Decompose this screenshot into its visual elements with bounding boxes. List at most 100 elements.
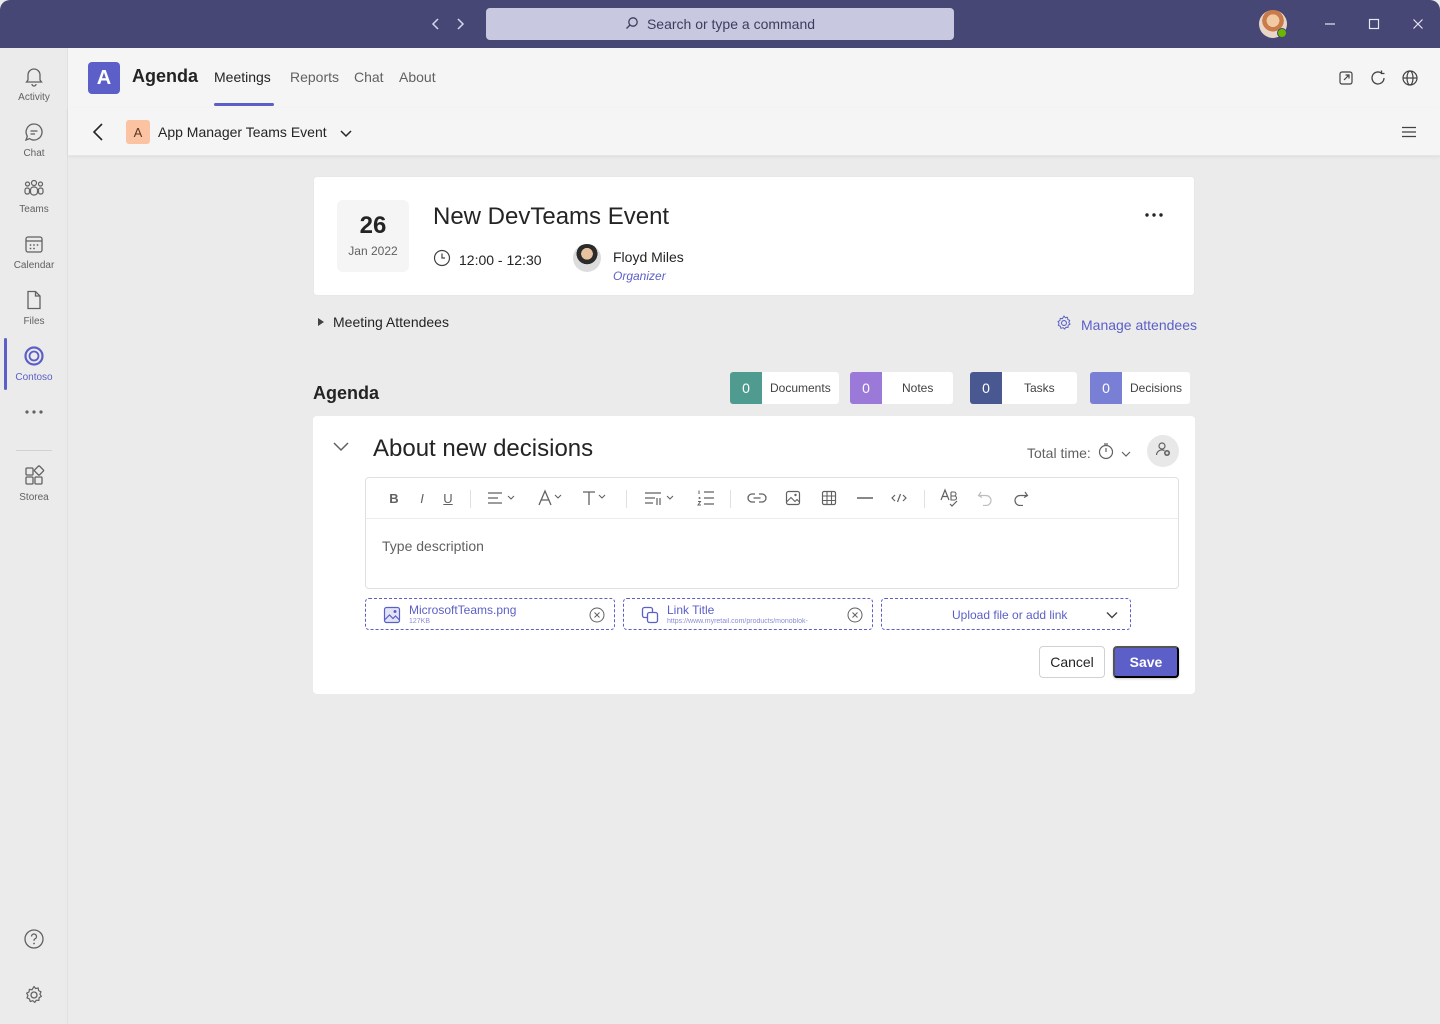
counter-notes[interactable]: 0 Notes <box>850 372 954 404</box>
tab-chat[interactable]: Chat <box>354 69 384 85</box>
date-month: Jan 2022 <box>348 244 398 258</box>
contoso-icon <box>23 345 45 370</box>
counter-tasks[interactable]: 0 Tasks <box>970 372 1077 404</box>
back-chevron-icon[interactable] <box>88 122 108 142</box>
remove-attachment-icon[interactable] <box>846 606 864 624</box>
back-arrow-icon[interactable] <box>428 14 444 34</box>
app-header: A Agenda Meetings Reports Chat About <box>68 48 1440 108</box>
agenda-heading: Agenda <box>313 383 380 403</box>
minimize-icon[interactable] <box>1320 14 1340 34</box>
rail-item-teams[interactable]: Teams <box>0 168 68 224</box>
more-horizontal-icon <box>24 407 44 418</box>
breadcrumb-bar: A App Manager Teams Event <box>68 108 1440 156</box>
title-bar: Search or type a command <box>0 0 1440 48</box>
rail-label: Files <box>23 316 45 327</box>
description-input[interactable]: Type description <box>382 538 484 554</box>
attachment-size: 127KB <box>409 618 431 625</box>
tab-meetings[interactable]: Meetings <box>214 69 271 85</box>
rail-item-files[interactable]: Files <box>0 280 68 336</box>
hamburger-menu-icon[interactable] <box>1400 124 1418 140</box>
counter-documents[interactable]: 0 Documents <box>730 372 839 404</box>
link-icon[interactable] <box>746 488 768 508</box>
more-apps-button[interactable] <box>0 384 68 440</box>
meeting-attendees-toggle[interactable]: Meeting Attendees <box>317 314 449 330</box>
upload-file-dropdown[interactable]: Upload file or add link <box>881 598 1131 630</box>
agenda-item-title[interactable]: About new decisions <box>373 435 593 463</box>
align-icon[interactable] <box>484 488 520 508</box>
attachment-title: Link Title <box>667 603 715 617</box>
counter-decisions[interactable]: 0 Decisions <box>1090 372 1191 404</box>
italic-icon[interactable]: I <box>414 488 430 508</box>
rail-label: Calendar <box>13 260 55 271</box>
attachment-link-chip[interactable]: Link Title https://www.myretail.com/prod… <box>623 598 873 630</box>
rail-item-activity[interactable]: Activity <box>0 56 68 112</box>
paragraph-style-icon[interactable] <box>642 488 678 508</box>
rail-label: Teams <box>19 204 49 215</box>
calendar-icon <box>23 233 45 258</box>
tab-reports[interactable]: Reports <box>290 69 339 85</box>
person-add-icon <box>1155 441 1171 462</box>
cancel-button[interactable]: Cancel <box>1039 646 1105 678</box>
link-icon <box>640 605 660 625</box>
save-button[interactable]: Save <box>1113 646 1179 678</box>
table-icon[interactable] <box>820 488 838 508</box>
rail-item-calendar[interactable]: Calendar <box>0 224 68 280</box>
font-color-icon[interactable] <box>536 488 566 508</box>
numbered-list-icon[interactable] <box>696 488 716 508</box>
manage-attendees-link[interactable]: Manage attendees <box>1055 314 1197 335</box>
rail-label: Storea <box>19 492 49 503</box>
counter-count: 0 <box>730 372 762 404</box>
breadcrumb-title: App Manager Teams Event <box>158 124 327 140</box>
attachment-file-chip[interactable]: MicrosoftTeams.png 127KB <box>365 598 615 630</box>
file-icon <box>23 289 45 314</box>
counter-count: 0 <box>1090 372 1122 404</box>
close-window-icon[interactable] <box>1408 14 1428 34</box>
underline-icon[interactable]: U <box>440 488 456 508</box>
organizer-role: Organizer <box>613 269 666 283</box>
spell-check-icon[interactable] <box>940 488 960 508</box>
chevron-down-icon[interactable] <box>338 126 354 140</box>
globe-icon[interactable] <box>1400 68 1420 88</box>
toolbar-divider <box>626 490 627 508</box>
settings-button[interactable] <box>0 968 68 1024</box>
refresh-icon[interactable] <box>1368 68 1388 88</box>
help-button[interactable] <box>0 912 68 968</box>
assign-person-button[interactable] <box>1147 435 1179 467</box>
collapse-chevron-icon[interactable] <box>331 438 351 454</box>
image-icon[interactable] <box>784 488 802 508</box>
bold-icon[interactable]: B <box>386 488 402 508</box>
manage-attendees-label: Manage attendees <box>1081 316 1197 333</box>
help-icon <box>23 928 45 953</box>
event-badge: A <box>126 120 150 144</box>
rail-item-chat[interactable]: Chat <box>0 112 68 168</box>
tab-about[interactable]: About <box>399 69 436 85</box>
font-size-icon[interactable] <box>580 488 610 508</box>
more-options-icon[interactable] <box>1144 207 1164 223</box>
toolbar-divider <box>924 490 925 508</box>
horizontal-rule-icon[interactable] <box>856 488 874 508</box>
upload-label: Upload file or add link <box>952 608 1068 622</box>
chevron-down-icon <box>1104 607 1120 623</box>
gear-icon <box>23 984 45 1009</box>
search-placeholder: Search or type a command <box>646 16 816 32</box>
meeting-time: 12:00 - 12:30 <box>433 249 542 270</box>
total-time-picker[interactable]: Total time: <box>1027 442 1131 463</box>
code-icon[interactable] <box>890 488 908 508</box>
meeting-card: 26 Jan 2022 New DevTeams Event 12:00 - 1… <box>313 176 1195 296</box>
undo-icon[interactable] <box>976 488 994 508</box>
maximize-icon[interactable] <box>1364 14 1384 34</box>
popout-icon[interactable] <box>1336 68 1356 88</box>
stopwatch-icon <box>1097 442 1115 463</box>
rail-item-store[interactable]: Storea <box>0 456 68 512</box>
caret-right-icon <box>317 314 325 330</box>
search-input[interactable]: Search or type a command <box>486 8 954 40</box>
forward-arrow-icon[interactable] <box>452 14 468 34</box>
counter-count: 0 <box>850 372 882 404</box>
meeting-date: 26 Jan 2022 <box>337 200 409 272</box>
active-tab-indicator <box>214 103 274 106</box>
clock-icon <box>433 249 451 270</box>
redo-icon[interactable] <box>1012 488 1030 508</box>
gear-icon <box>1055 314 1073 335</box>
remove-attachment-icon[interactable] <box>588 606 606 624</box>
counter-label: Decisions <box>1130 381 1183 395</box>
